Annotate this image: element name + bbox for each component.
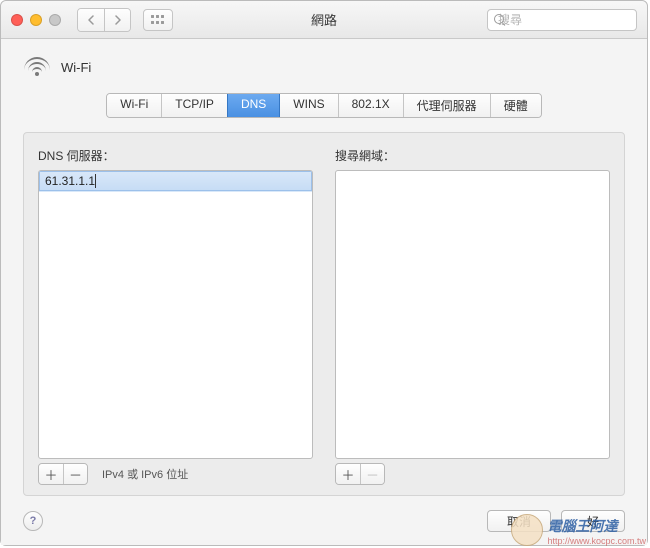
bottom-bar: ? 取消 好 bbox=[23, 510, 625, 532]
dns-servers-label: DNS 伺服器： bbox=[38, 147, 313, 164]
titlebar: 網路 bbox=[1, 1, 647, 39]
nav-back-forward bbox=[77, 8, 131, 32]
close-icon[interactable] bbox=[11, 14, 23, 26]
connection-name: Wi-Fi bbox=[61, 60, 91, 75]
tab-8021x[interactable]: 802.1X bbox=[338, 94, 403, 117]
tab-tcpip[interactable]: TCP/IP bbox=[161, 94, 227, 117]
tab-wifi[interactable]: Wi-Fi bbox=[107, 94, 161, 117]
dns-hint: IPv4 或 IPv6 位址 bbox=[102, 466, 188, 482]
traffic-lights bbox=[11, 14, 61, 26]
remove-domain-button: － bbox=[360, 464, 384, 484]
search-field[interactable] bbox=[487, 9, 637, 31]
remove-dns-button[interactable]: － bbox=[63, 464, 87, 484]
ok-button[interactable]: 好 bbox=[561, 510, 625, 532]
back-button[interactable] bbox=[78, 9, 104, 31]
search-domains-list[interactable] bbox=[335, 170, 610, 459]
content-area: Wi-Fi Wi-Fi TCP/IP DNS WINS 802.1X 代理伺服器… bbox=[1, 39, 647, 545]
cancel-button[interactable]: 取消 bbox=[487, 510, 551, 532]
tab-proxies[interactable]: 代理伺服器 bbox=[403, 94, 490, 117]
connection-header: Wi-Fi bbox=[23, 57, 625, 77]
help-button[interactable]: ? bbox=[23, 511, 43, 531]
tab-dns[interactable]: DNS bbox=[227, 94, 279, 117]
search-domains-label: 搜尋網域： bbox=[335, 147, 610, 164]
dns-add-remove: ＋ － bbox=[38, 463, 88, 485]
dns-servers-column: DNS 伺服器： 61.31.1.1 ＋ － IPv4 或 IPv6 位址 bbox=[38, 147, 313, 485]
tabs-bar: Wi-Fi TCP/IP DNS WINS 802.1X 代理伺服器 硬體 bbox=[23, 93, 625, 118]
tab-wins[interactable]: WINS bbox=[279, 94, 337, 117]
dns-servers-list[interactable]: 61.31.1.1 bbox=[38, 170, 313, 459]
zoom-icon bbox=[49, 14, 61, 26]
wifi-icon bbox=[23, 57, 51, 77]
add-domain-button[interactable]: ＋ bbox=[336, 464, 360, 484]
minimize-icon[interactable] bbox=[30, 14, 42, 26]
forward-button[interactable] bbox=[104, 9, 130, 31]
list-item[interactable]: 61.31.1.1 bbox=[39, 171, 312, 192]
add-dns-button[interactable]: ＋ bbox=[39, 464, 63, 484]
domain-add-remove: ＋ － bbox=[335, 463, 385, 485]
window: 網路 Wi-Fi Wi-Fi TCP/IP DNS WINS 802.1X 代理… bbox=[0, 0, 648, 546]
show-all-button[interactable] bbox=[143, 9, 173, 31]
tab-hardware[interactable]: 硬體 bbox=[490, 94, 541, 117]
window-title: 網路 bbox=[311, 10, 337, 29]
search-domains-column: 搜尋網域： ＋ － bbox=[335, 147, 610, 485]
dns-panel: DNS 伺服器： 61.31.1.1 ＋ － IPv4 或 IPv6 位址 搜尋… bbox=[23, 132, 625, 496]
search-input[interactable] bbox=[498, 13, 650, 27]
